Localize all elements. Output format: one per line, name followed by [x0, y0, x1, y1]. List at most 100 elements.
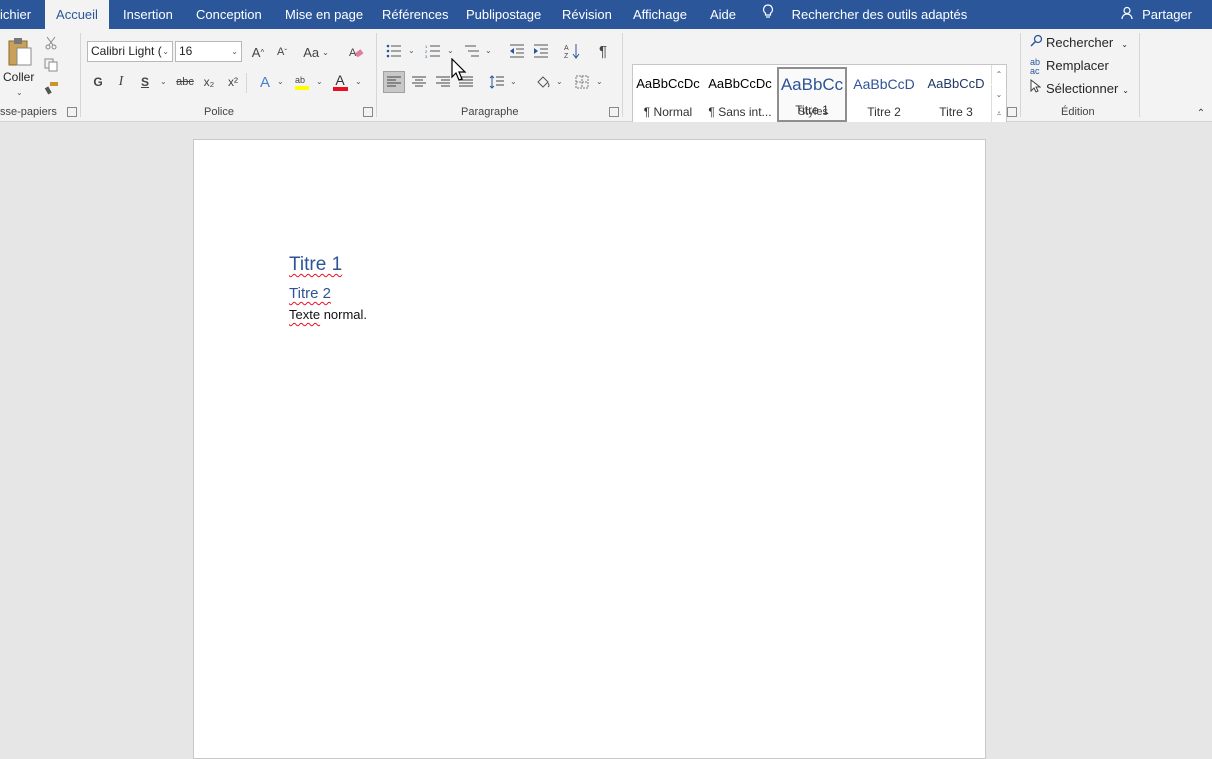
clear-formatting-button[interactable]: A	[345, 41, 367, 63]
strikethrough-button[interactable]: abc	[174, 72, 196, 92]
find-button[interactable]: Rechercher ⌄	[1030, 33, 1128, 53]
bold-button[interactable]: G	[89, 72, 107, 92]
font-size-input[interactable]: 16 ⌄	[175, 41, 242, 62]
show-formatting-marks-button[interactable]: ¶	[593, 41, 613, 61]
tab-references[interactable]: Références	[382, 0, 448, 29]
cut-icon[interactable]	[42, 34, 60, 52]
numbered-list-icon: 123	[425, 44, 440, 58]
select-cursor-icon	[1030, 78, 1046, 99]
separator	[246, 73, 247, 93]
line-spacing-dropdown-arrow[interactable]: ⌄	[510, 77, 517, 86]
tab-mailings[interactable]: Publipostage	[466, 0, 541, 29]
heading-2-text: Titre 2	[289, 285, 331, 302]
heading-2[interactable]: Titre 2	[289, 285, 331, 302]
paste-dropdown-arrow[interactable]: ⌄	[16, 88, 23, 97]
change-case-icon: Aa	[303, 44, 320, 60]
font-color-dropdown-arrow[interactable]: ⌄	[355, 77, 362, 86]
borders-dropdown-arrow[interactable]: ⌄	[596, 77, 603, 86]
shading-button[interactable]	[532, 71, 554, 93]
tell-me-text: Rechercher des outils adaptés	[791, 7, 968, 22]
separator	[1020, 33, 1021, 117]
format-painter-icon[interactable]	[42, 79, 60, 97]
collapse-ribbon-icon[interactable]: ⌃	[1194, 107, 1208, 119]
styles-scroll-down-icon[interactable]: ⌄	[991, 85, 1006, 104]
paste-label[interactable]: Coller	[3, 70, 34, 84]
change-case-button[interactable]: Aa ⌄	[300, 42, 332, 62]
styles-launcher-icon[interactable]	[1007, 107, 1017, 117]
font-name-input[interactable]: Calibri Light (⌄	[87, 41, 173, 62]
highlight-button[interactable]: ab	[292, 72, 312, 92]
increase-indent-button[interactable]	[531, 41, 551, 61]
share-button[interactable]: Partager	[1120, 0, 1192, 29]
sort-button[interactable]: AZ	[562, 41, 582, 61]
ribbon-tab-bar: ichier Accueil Insertion Conception Mise…	[0, 0, 1212, 29]
bullets-button[interactable]	[384, 41, 404, 61]
style-normal[interactable]: AaBbCcDc ¶ Normal	[633, 67, 703, 122]
style-name: Titre 3	[939, 105, 973, 119]
numbering-dropdown-arrow[interactable]: ⌄	[447, 46, 454, 55]
bullets-dropdown-arrow[interactable]: ⌄	[408, 46, 415, 55]
editing-group-label: Édition	[1061, 106, 1095, 118]
style-heading-3[interactable]: AaBbCcD Titre 3	[921, 67, 991, 122]
document-area: Titre 1 Titre 2 Texte normal.	[0, 122, 1212, 759]
tab-layout[interactable]: Mise en page	[285, 0, 363, 29]
font-color-icon: A	[332, 73, 348, 91]
subscript-button[interactable]: x₂	[200, 72, 218, 92]
clipboard-launcher-icon[interactable]	[67, 107, 77, 117]
shrink-font-button[interactable]: Aˇ	[272, 42, 292, 62]
align-left-icon	[387, 76, 401, 87]
tab-insert[interactable]: Insertion	[123, 0, 173, 29]
text-effects-icon: A	[259, 73, 270, 91]
font-launcher-icon[interactable]	[363, 107, 373, 117]
tab-view[interactable]: Affichage	[633, 0, 687, 29]
body-paragraph[interactable]: Texte normal.	[289, 307, 367, 322]
align-center-button[interactable]	[408, 71, 430, 93]
font-color-button[interactable]: A	[330, 72, 350, 92]
style-preview: AaBbCcDc	[708, 76, 772, 91]
tab-design[interactable]: Conception	[196, 0, 262, 29]
select-button[interactable]: Sélectionner ⌄	[1030, 78, 1129, 99]
text-effects-button[interactable]: A	[255, 72, 275, 92]
text-effects-dropdown-arrow[interactable]: ⌄	[277, 77, 284, 86]
align-left-button[interactable]	[383, 71, 405, 93]
tab-home[interactable]: Accueil	[45, 0, 109, 29]
borders-button[interactable]	[571, 71, 593, 93]
shading-dropdown-arrow[interactable]: ⌄	[556, 77, 563, 86]
indent-icon	[534, 44, 548, 58]
numbering-button[interactable]: 123	[423, 41, 443, 61]
font-size-value: 16	[179, 44, 193, 58]
italic-button[interactable]: I	[112, 72, 130, 92]
paragraph-launcher-icon[interactable]	[609, 107, 619, 117]
style-preview: AaBbCcD	[927, 76, 985, 91]
decrease-indent-button[interactable]	[507, 41, 527, 61]
styles-scroll-up-icon[interactable]: ⌃	[991, 65, 1006, 84]
document-page[interactable]: Titre 1 Titre 2 Texte normal.	[193, 139, 986, 759]
replace-button[interactable]: ab ac Remplacer	[1030, 56, 1109, 76]
underline-button[interactable]: S	[136, 72, 154, 92]
clipboard-group-label: sse-papiers	[0, 106, 57, 118]
svg-text:A: A	[564, 45, 569, 52]
styles-more-icon[interactable]: ⩡	[991, 104, 1006, 123]
tab-file[interactable]: ichier	[0, 0, 40, 29]
paste-button[interactable]	[4, 37, 34, 67]
underline-dropdown-arrow[interactable]: ⌄	[160, 77, 167, 86]
style-no-spacing[interactable]: AaBbCcDc ¶ Sans int...	[705, 67, 775, 122]
highlight-dropdown-arrow[interactable]: ⌄	[316, 77, 323, 86]
multilevel-dropdown-arrow[interactable]: ⌄	[485, 46, 492, 55]
svg-text:3: 3	[425, 54, 428, 58]
tell-me-box[interactable]: Rechercher des outils adaptés	[762, 0, 967, 29]
heading-1[interactable]: Titre 1	[289, 254, 342, 276]
line-spacing-button[interactable]	[487, 71, 507, 93]
ribbon-home: Coller ⌄ sse-papiers Calibri Light (⌄ 16…	[0, 29, 1212, 123]
style-name: ¶ Sans int...	[708, 105, 772, 119]
tab-review[interactable]: Révision	[562, 0, 612, 29]
tab-help[interactable]: Aide	[710, 0, 736, 29]
font-name-value: Calibri Light (	[91, 44, 162, 58]
replace-label: Remplacer	[1046, 58, 1109, 73]
superscript-button[interactable]: x²	[224, 72, 242, 92]
style-heading-2[interactable]: AaBbCcD Titre 2	[849, 67, 919, 122]
font-color-swatch	[332, 86, 348, 91]
separator	[376, 33, 377, 117]
copy-icon[interactable]	[42, 56, 60, 74]
grow-font-button[interactable]: A ^	[248, 42, 268, 62]
